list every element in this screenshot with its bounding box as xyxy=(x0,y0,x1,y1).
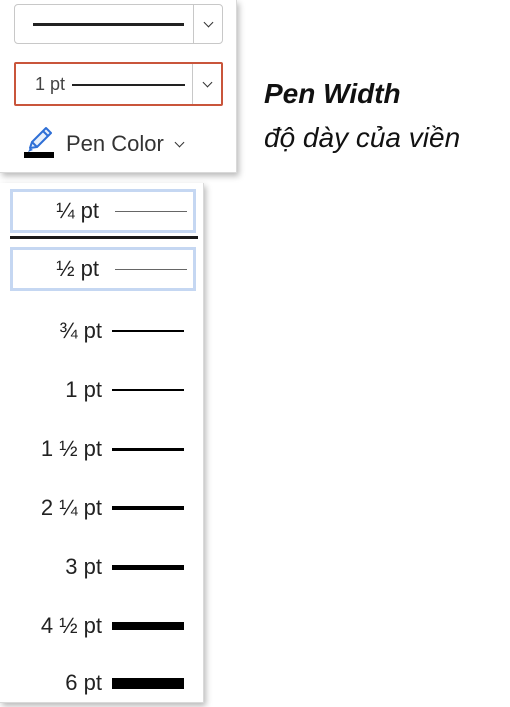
pen-color-button[interactable]: Pen Color xyxy=(22,124,222,164)
width-option[interactable]: 1 pt xyxy=(10,368,196,412)
width-sample-line xyxy=(112,506,184,510)
width-option-label: 4 ½ pt xyxy=(40,613,102,638)
pen-width-preview-line xyxy=(72,84,185,86)
list-divider xyxy=(10,236,198,239)
width-sample-line xyxy=(112,677,184,689)
chevron-down-icon xyxy=(202,77,212,88)
pen-style-dropdown[interactable] xyxy=(14,4,223,44)
width-option[interactable]: 2 ¼ pt xyxy=(10,486,196,530)
width-option-label: 1 pt xyxy=(65,377,102,402)
width-sample-line xyxy=(112,622,184,630)
width-sample-line xyxy=(115,268,187,270)
pen-color-label: Pen Color xyxy=(66,131,164,156)
pen-style-field[interactable] xyxy=(15,5,194,43)
pen-width-dropdown-button[interactable] xyxy=(192,64,221,104)
pen-toolbar-panel: 1 pt Pen Color xyxy=(0,0,237,173)
pen-style-preview-line xyxy=(33,22,184,26)
pen-style-dropdown-button[interactable] xyxy=(193,5,222,43)
pen-color-swatch xyxy=(24,152,54,158)
callout-subtitle: độ dày của viền xyxy=(264,122,461,153)
width-option[interactable]: ¾ pt xyxy=(10,309,196,353)
width-option[interactable]: 4 ½ pt xyxy=(10,604,196,648)
width-sample-line xyxy=(115,210,187,212)
width-option-label: ½ pt xyxy=(56,256,99,281)
width-option-label: 2 ¼ pt xyxy=(40,495,102,520)
width-sample-line xyxy=(112,330,184,332)
width-option[interactable]: ½ pt xyxy=(10,247,196,291)
pen-width-value: 1 pt xyxy=(35,74,66,94)
pen-icon xyxy=(22,126,58,162)
chevron-down-icon xyxy=(174,137,185,147)
width-option[interactable]: 3 pt xyxy=(10,545,196,589)
pen-width-list: ¼ pt ½ pt ¾ pt 1 pt 1 ½ pt 2 ¼ pt 3 pt 4… xyxy=(0,183,204,703)
width-option[interactable]: 1 ½ pt xyxy=(10,427,196,471)
width-option-label: ¼ pt xyxy=(56,198,99,223)
width-option-label: 6 pt xyxy=(65,670,102,695)
width-option-label: 3 pt xyxy=(65,554,102,579)
width-sample-line xyxy=(112,564,184,570)
width-sample-line xyxy=(112,389,184,391)
width-option-label: 1 ½ pt xyxy=(40,436,102,461)
width-option[interactable]: ¼ pt xyxy=(10,189,196,233)
width-option[interactable]: 6 pt xyxy=(10,661,196,705)
chevron-down-icon xyxy=(203,17,213,28)
width-sample-line xyxy=(112,447,184,451)
pen-width-field[interactable]: 1 pt xyxy=(16,64,193,104)
width-option-label: ¾ pt xyxy=(59,318,102,343)
callout-title: Pen Width xyxy=(264,78,401,109)
pen-width-dropdown[interactable]: 1 pt xyxy=(14,62,223,106)
